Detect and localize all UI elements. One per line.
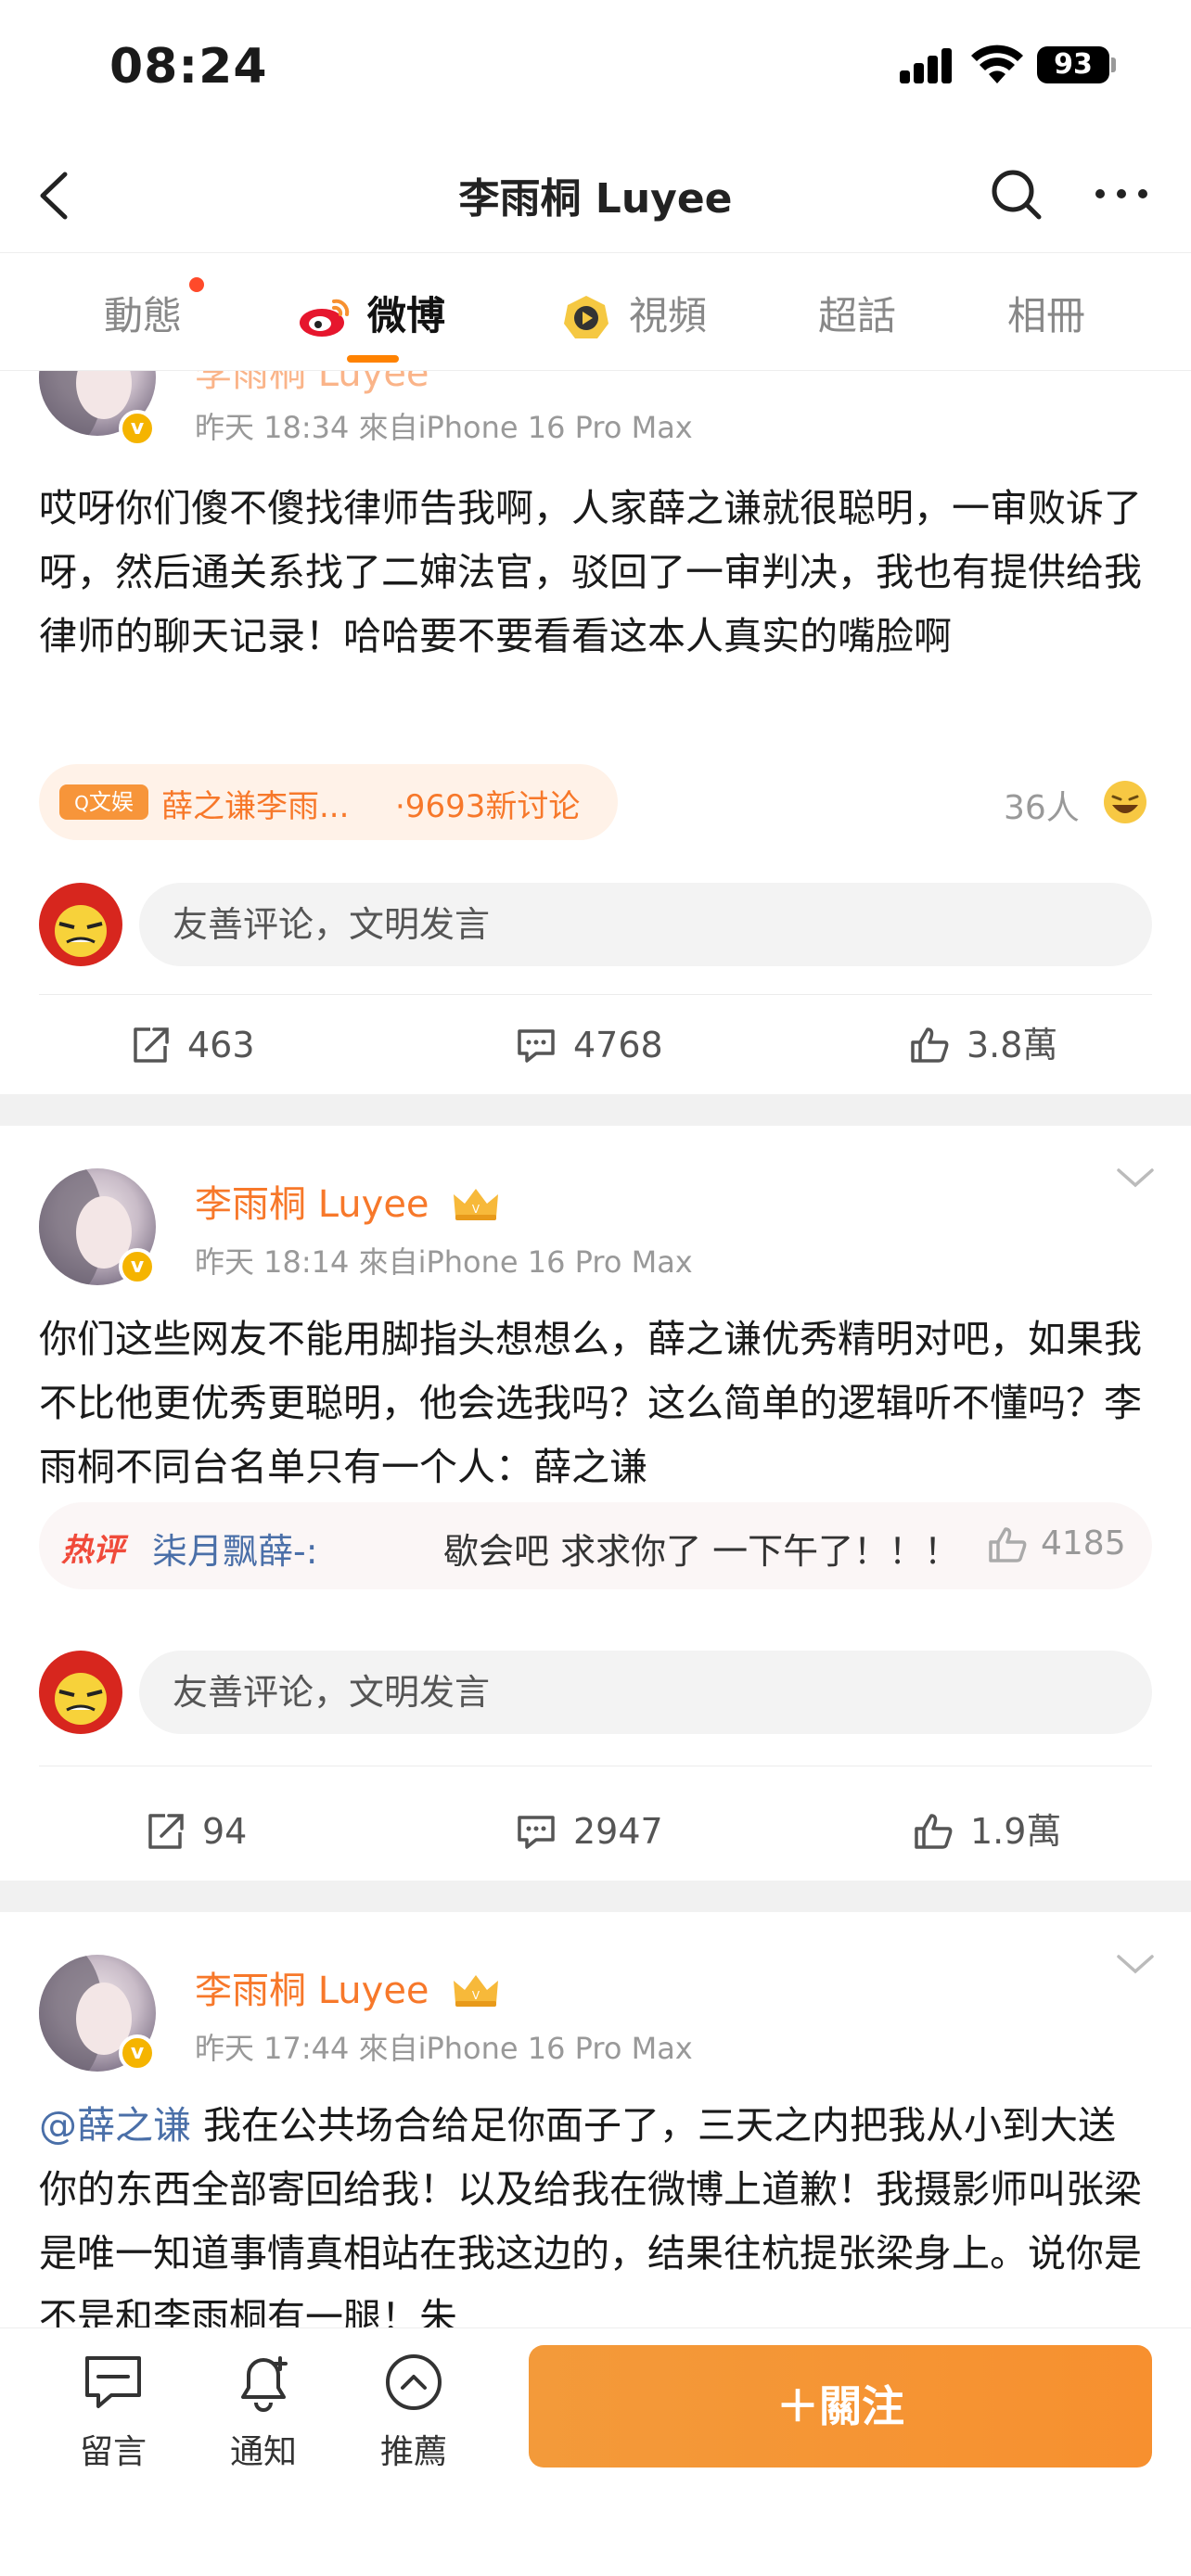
topic-tag-label: 文娱 — [88, 789, 134, 815]
message-label: 留言 — [79, 2433, 147, 2471]
hot-comment-user[interactable]: 柒月飘薛-: — [152, 1523, 318, 1574]
chevron-down-icon[interactable] — [1109, 1945, 1161, 1983]
tab-video[interactable]: 視頻 — [560, 288, 707, 344]
topic-count: ·9693新讨论 — [395, 788, 581, 825]
people-count: 36人 — [1004, 789, 1080, 827]
recommend-label: 推薦 — [379, 2433, 447, 2471]
like-icon — [911, 1027, 949, 1063]
username-text: 李雨桐 Luyee — [195, 1183, 429, 1226]
tab-label: 視頻 — [629, 293, 708, 338]
tab-label: 動態 — [104, 293, 183, 338]
notification-dot — [189, 277, 204, 292]
like-icon[interactable] — [987, 1524, 1028, 1565]
comment-input[interactable]: 友善评论，文明发言 — [139, 1651, 1152, 1734]
topic-pill[interactable]: Q文娱 薛之谦李雨... ·9693新讨论 — [39, 764, 618, 840]
bottom-bar: 留言 通知 推薦 ＋關注 — [0, 2327, 1191, 2576]
tab-label: 微博 — [367, 293, 446, 338]
message-button[interactable]: 留言 — [58, 2349, 169, 2479]
post-separator — [0, 1881, 1191, 1912]
tab-dynamics[interactable]: 動態 — [104, 288, 182, 344]
verified-badge: v — [119, 2034, 156, 2072]
tab-label: 超話 — [818, 293, 897, 338]
post-meta: 昨天 18:34 來自iPhone 16 Pro Max — [195, 410, 693, 445]
post-card: v 李雨桐 Luyee V 昨天 18:14 來自iPhone 16 Pro M… — [0, 1126, 1191, 1881]
notify-button[interactable]: 通知 — [208, 2349, 319, 2479]
verified-badge: v — [119, 410, 156, 447]
divider — [39, 994, 1152, 995]
hot-comment-text: 歇会吧 求求你了 一下午了！！！ — [443, 1531, 960, 1572]
username[interactable]: 李雨桐 Luyee V — [195, 1174, 502, 1228]
tab-album[interactable]: 相冊 — [1007, 288, 1085, 344]
svg-text:V: V — [472, 1203, 480, 1216]
tab-super-topic[interactable]: 超話 — [818, 288, 896, 344]
comment-input[interactable]: 友善评论，文明发言 — [139, 883, 1152, 966]
active-tab-indicator — [347, 355, 399, 363]
post-meta: 昨天 18:14 來自iPhone 16 Pro Max — [195, 1244, 693, 1280]
post-card: v 李雨桐 Luyee V 昨天 17:44 來自iPhone 16 Pro M… — [0, 1912, 1191, 2327]
profile-tabs: 動態 微博 視頻 超話 相冊 — [0, 252, 1191, 371]
hot-badge: 热评 — [61, 1532, 124, 1569]
message-icon — [85, 2356, 141, 2408]
status-time: 08:24 — [109, 39, 268, 95]
wifi-icon — [971, 45, 1023, 83]
share-icon — [148, 1814, 184, 1849]
verified-badge: v — [119, 1248, 156, 1285]
post-text: @薛之谦 我在公共场合给足你面子了，三天之内把我从小到大送你的东西全部寄回给我！… — [39, 2094, 1152, 2327]
laugh-emoji-icon — [1104, 781, 1146, 823]
crown-icon: V — [454, 1975, 499, 2007]
post-separator — [0, 1094, 1191, 1126]
hot-comment[interactable]: 热评 柒月飘薛-: 歇会吧 求求你了 一下午了！！！ 4185 — [39, 1502, 1152, 1589]
weibo-icon — [300, 299, 350, 337]
bell-icon — [241, 2356, 288, 2412]
username[interactable]: 李雨桐 Luyee V — [195, 1960, 502, 2014]
battery-icon: 93 — [1037, 46, 1109, 83]
like-icon — [915, 1814, 953, 1849]
follow-button[interactable]: ＋關注 — [529, 2345, 1152, 2468]
nav-header: 李雨桐 Luyee — [0, 139, 1191, 252]
username-text: 李雨桐 Luyee — [195, 1970, 429, 2012]
username[interactable]: 李雨桐 Luyee — [195, 371, 429, 397]
my-avatar — [39, 1651, 122, 1734]
mention-link[interactable]: @薛之谦 — [39, 2103, 191, 2148]
share-count: 94 — [202, 1811, 248, 1852]
topic-tag: Q文娱 — [59, 784, 148, 820]
hot-like-count: 4185 — [1041, 1524, 1126, 1562]
status-bar: 08:24 93 — [0, 0, 1191, 139]
crown-icon: V — [454, 1189, 499, 1220]
topic-name: 薛之谦李雨... — [161, 788, 350, 825]
my-avatar — [39, 883, 122, 966]
search-icon[interactable] — [985, 163, 1046, 224]
video-icon — [564, 296, 608, 338]
tab-weibo[interactable]: 微博 — [297, 288, 445, 344]
comment-count: 2947 — [573, 1811, 663, 1852]
post-text: 哎呀你们傻不傻找律师告我啊，人家薛之谦就很聪明，一审败诉了呀，然后通关系找了二婶… — [39, 486, 1142, 658]
comment-icon — [518, 1816, 555, 1849]
post-body: 我在公共场合给足你面子了，三天之内把我从小到大送你的东西全部寄回给我！以及给我在… — [39, 2103, 1142, 2327]
more-icon[interactable] — [1091, 163, 1152, 224]
post-text: 你们这些网友不能用脚指头想想么，薛之谦优秀精明对吧，如果我不比他更优秀更聪明，他… — [39, 1317, 1142, 1489]
signal-icon — [900, 48, 955, 83]
like-count: 1.9萬 — [970, 1811, 1062, 1852]
svg-text:V: V — [472, 1989, 480, 2002]
tab-label: 相冊 — [1007, 293, 1086, 338]
comment-count: 4768 — [573, 1025, 663, 1065]
post-meta: 昨天 17:44 來自iPhone 16 Pro Max — [195, 2031, 693, 2066]
battery-tip — [1111, 57, 1116, 72]
recommend-icon — [386, 2354, 442, 2410]
recommend-button[interactable]: 推薦 — [358, 2349, 469, 2479]
post-card: v 李雨桐 Luyee 昨天 18:34 來自iPhone 16 Pro Max… — [0, 371, 1191, 1094]
chevron-down-icon[interactable] — [1109, 1159, 1161, 1196]
share-count: 463 — [187, 1025, 255, 1065]
feed: v 李雨桐 Luyee 昨天 18:34 來自iPhone 16 Pro Max… — [0, 371, 1191, 2327]
notify-label: 通知 — [229, 2433, 297, 2471]
comment-icon — [518, 1029, 555, 1063]
like-count: 3.8萬 — [967, 1025, 1058, 1065]
share-icon — [134, 1027, 169, 1063]
